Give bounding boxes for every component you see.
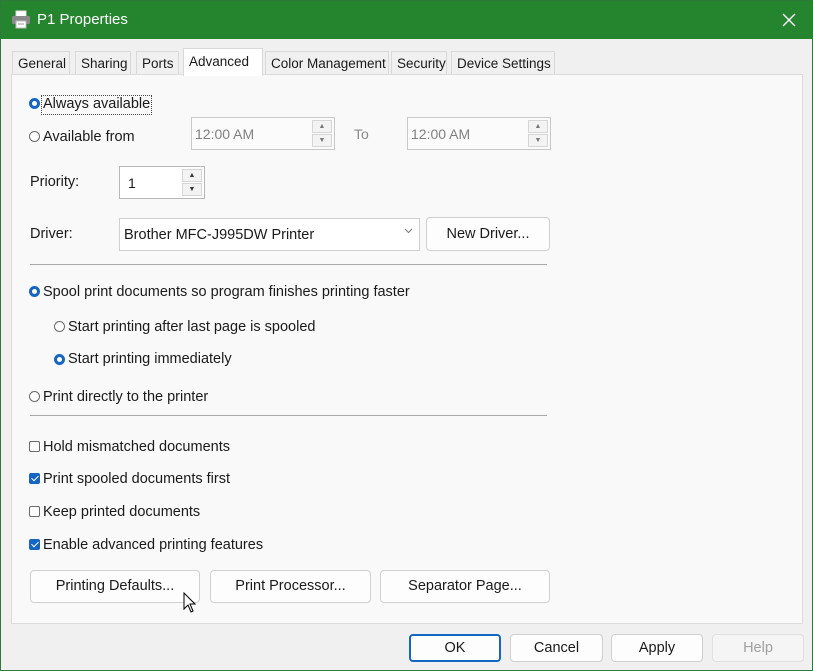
driver-label: Driver: [30,226,73,242]
from-time-up-icon[interactable]: ▲ [312,120,332,133]
print-processor-button[interactable]: Print Processor... [210,570,371,603]
always-available-radio[interactable] [29,98,40,109]
tab-color-management[interactable]: Color Management [265,51,389,74]
tab-advanced[interactable]: Advanced [183,48,263,76]
priority-value: 1 [128,175,136,191]
print-spooled-first-label[interactable]: Print spooled documents first [43,471,230,487]
close-icon[interactable] [767,5,811,35]
print-directly-radio[interactable] [29,391,40,402]
printer-icon [11,10,31,30]
priority-label: Priority: [30,174,80,190]
to-time-down-icon[interactable]: ▼ [528,134,548,147]
tab-sharing[interactable]: Sharing [75,51,131,74]
tab-general[interactable]: General [12,51,70,74]
printing-defaults-button[interactable]: Printing Defaults... [30,570,200,603]
start-immediately-radio[interactable] [54,354,65,365]
tab-device-settings[interactable]: Device Settings [451,51,555,74]
window-title: P1 Properties [37,11,128,28]
to-time-up-icon[interactable]: ▲ [528,120,548,133]
to-label: To [354,126,369,142]
always-available-label[interactable]: Always available [43,96,150,112]
priority-down-icon[interactable]: ▼ [182,183,202,196]
driver-dropdown[interactable]: Brother MFC-J995DW Printer [119,218,420,251]
spool-radio[interactable] [29,286,40,297]
priority-up-icon[interactable]: ▲ [182,169,202,182]
keep-printed-label[interactable]: Keep printed documents [43,504,200,520]
print-directly-label[interactable]: Print directly to the printer [43,389,208,405]
from-time-spinner[interactable]: 12:00 AM ▲ ▼ [191,117,335,150]
properties-dialog: P1 Properties General Sharing Ports Adva… [0,0,813,671]
keep-printed-checkbox[interactable] [29,506,40,517]
separator-page-button[interactable]: Separator Page... [380,570,550,603]
apply-button[interactable]: Apply [611,634,703,662]
title-bar: P1 Properties [1,1,812,39]
available-from-label[interactable]: Available from [43,129,135,145]
help-button[interactable]: Help [712,634,804,662]
hold-mismatched-checkbox[interactable] [29,441,40,452]
chevron-down-icon [404,226,413,237]
spool-label[interactable]: Spool print documents so program finishe… [43,284,410,300]
new-driver-button[interactable]: New Driver... [426,217,550,251]
start-after-last-page-label[interactable]: Start printing after last page is spoole… [68,319,315,335]
cancel-button[interactable]: Cancel [510,634,603,662]
tab-security[interactable]: Security [391,51,447,74]
priority-spinner[interactable]: 1 ▲ ▼ [119,166,205,199]
driver-value: Brother MFC-J995DW Printer [124,227,315,243]
from-time-value: 12:00 AM [195,126,255,142]
ok-button[interactable]: OK [409,634,501,662]
hold-mismatched-label[interactable]: Hold mismatched documents [43,439,230,455]
advanced-features-label[interactable]: Enable advanced printing features [43,537,263,553]
print-spooled-first-checkbox[interactable] [29,473,40,484]
available-from-radio[interactable] [29,131,40,142]
from-time-down-icon[interactable]: ▼ [312,134,332,147]
divider [30,264,547,265]
tab-ports[interactable]: Ports [136,51,179,74]
advanced-features-checkbox[interactable] [29,539,40,550]
to-time-value: 12:00 AM [411,126,471,142]
mouse-pointer-icon [183,592,197,613]
start-immediately-label[interactable]: Start printing immediately [68,351,232,367]
start-after-last-page-radio[interactable] [54,321,65,332]
divider [30,415,547,416]
to-time-spinner[interactable]: 12:00 AM ▲ ▼ [407,117,551,150]
